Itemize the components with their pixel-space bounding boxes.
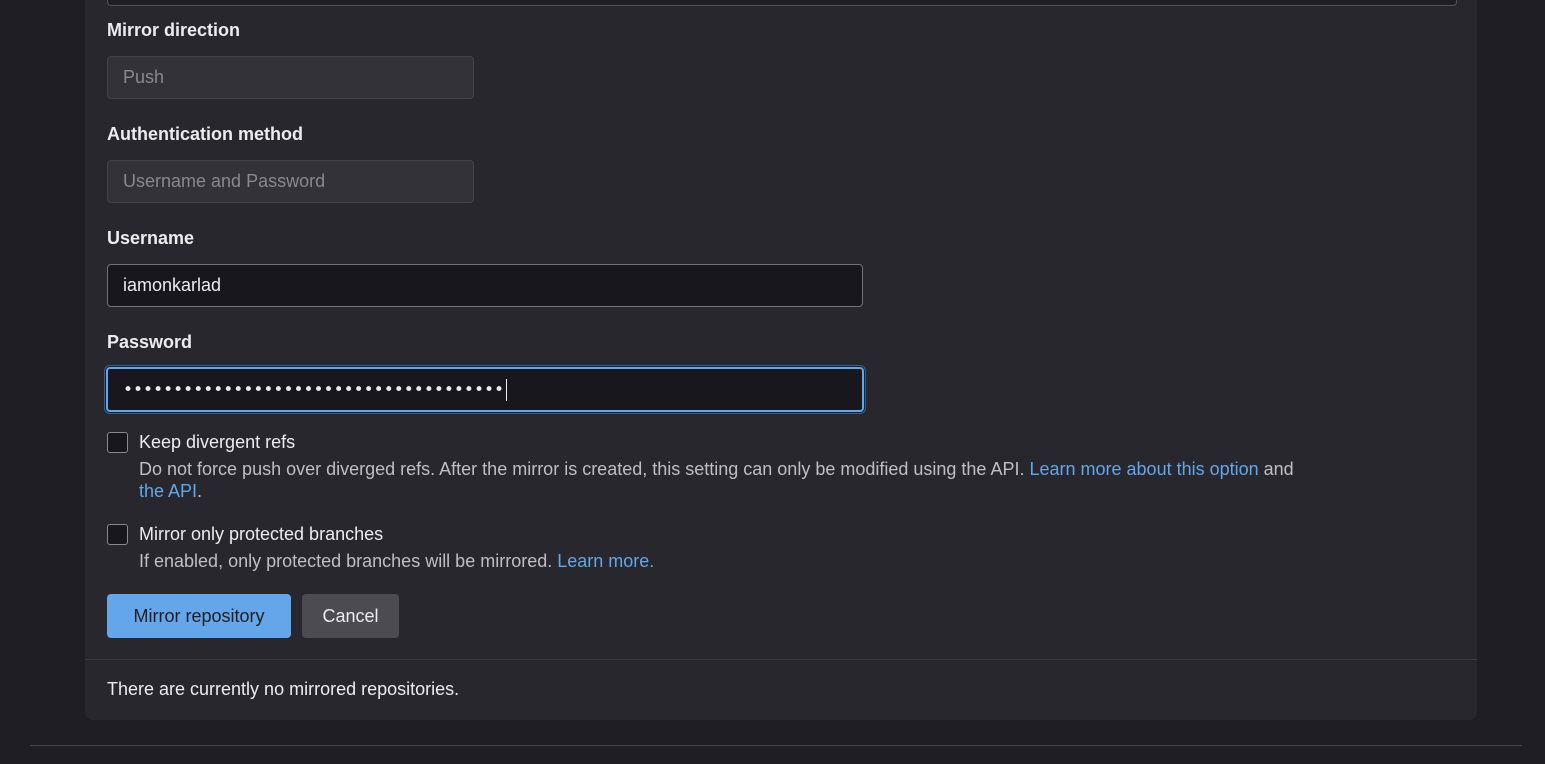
settings-page: Mirror direction Push Authentication met…	[0, 0, 1545, 764]
trailing-period: .	[197, 481, 203, 501]
username-value: iamonkarlad	[123, 275, 222, 295]
mirror-direction-select: Push	[107, 56, 474, 99]
keep-divergent-refs-help-text: Do not force push over diverged refs. Af…	[139, 459, 1025, 479]
mirror-direction-value: Push	[123, 67, 165, 87]
username-label: Username	[107, 228, 195, 248]
page-bottom-rule	[30, 745, 1522, 746]
keep-divergent-refs-label[interactable]: Keep divergent refs	[139, 431, 295, 453]
learn-more-option-link[interactable]: Learn more about this option	[1029, 459, 1258, 479]
mirror-direction-label: Mirror direction	[107, 20, 241, 40]
mirror-repository-button[interactable]: Mirror repository	[107, 594, 291, 638]
keep-divergent-refs-help: Do not force push over diverged refs. Af…	[139, 458, 1294, 480]
auth-method-value: Username and Password	[123, 171, 326, 191]
protected-branches-help: If enabled, only protected branches will…	[139, 550, 654, 572]
protected-branches-checkbox[interactable]	[107, 524, 128, 545]
protected-branches-label[interactable]: Mirror only protected branches	[139, 523, 383, 545]
password-masked-value: ••••••••••••••••••••••••••••••••••••••	[123, 379, 505, 400]
keep-divergent-refs-checkbox[interactable]	[107, 432, 128, 453]
section-divider	[85, 659, 1477, 660]
username-input[interactable]: iamonkarlad	[107, 264, 863, 307]
protected-branches-learn-more-link[interactable]: Learn more.	[557, 551, 654, 571]
api-docs-link[interactable]: the API	[139, 481, 197, 501]
repository-url-input[interactable]	[107, 0, 1457, 6]
password-input[interactable]: ••••••••••••••••••••••••••••••••••••••	[106, 367, 864, 412]
auth-method-select: Username and Password	[107, 160, 474, 203]
keep-divergent-refs-help-line2: the API.	[139, 480, 202, 502]
cancel-button[interactable]: Cancel	[302, 594, 399, 638]
password-label: Password	[107, 332, 193, 352]
auth-method-label: Authentication method	[107, 124, 303, 144]
no-mirrors-message: There are currently no mirrored reposito…	[107, 679, 460, 699]
and-text: and	[1263, 459, 1294, 479]
text-caret	[506, 378, 508, 401]
protected-branches-help-text: If enabled, only protected branches will…	[139, 551, 553, 571]
mirroring-card	[85, 0, 1477, 720]
